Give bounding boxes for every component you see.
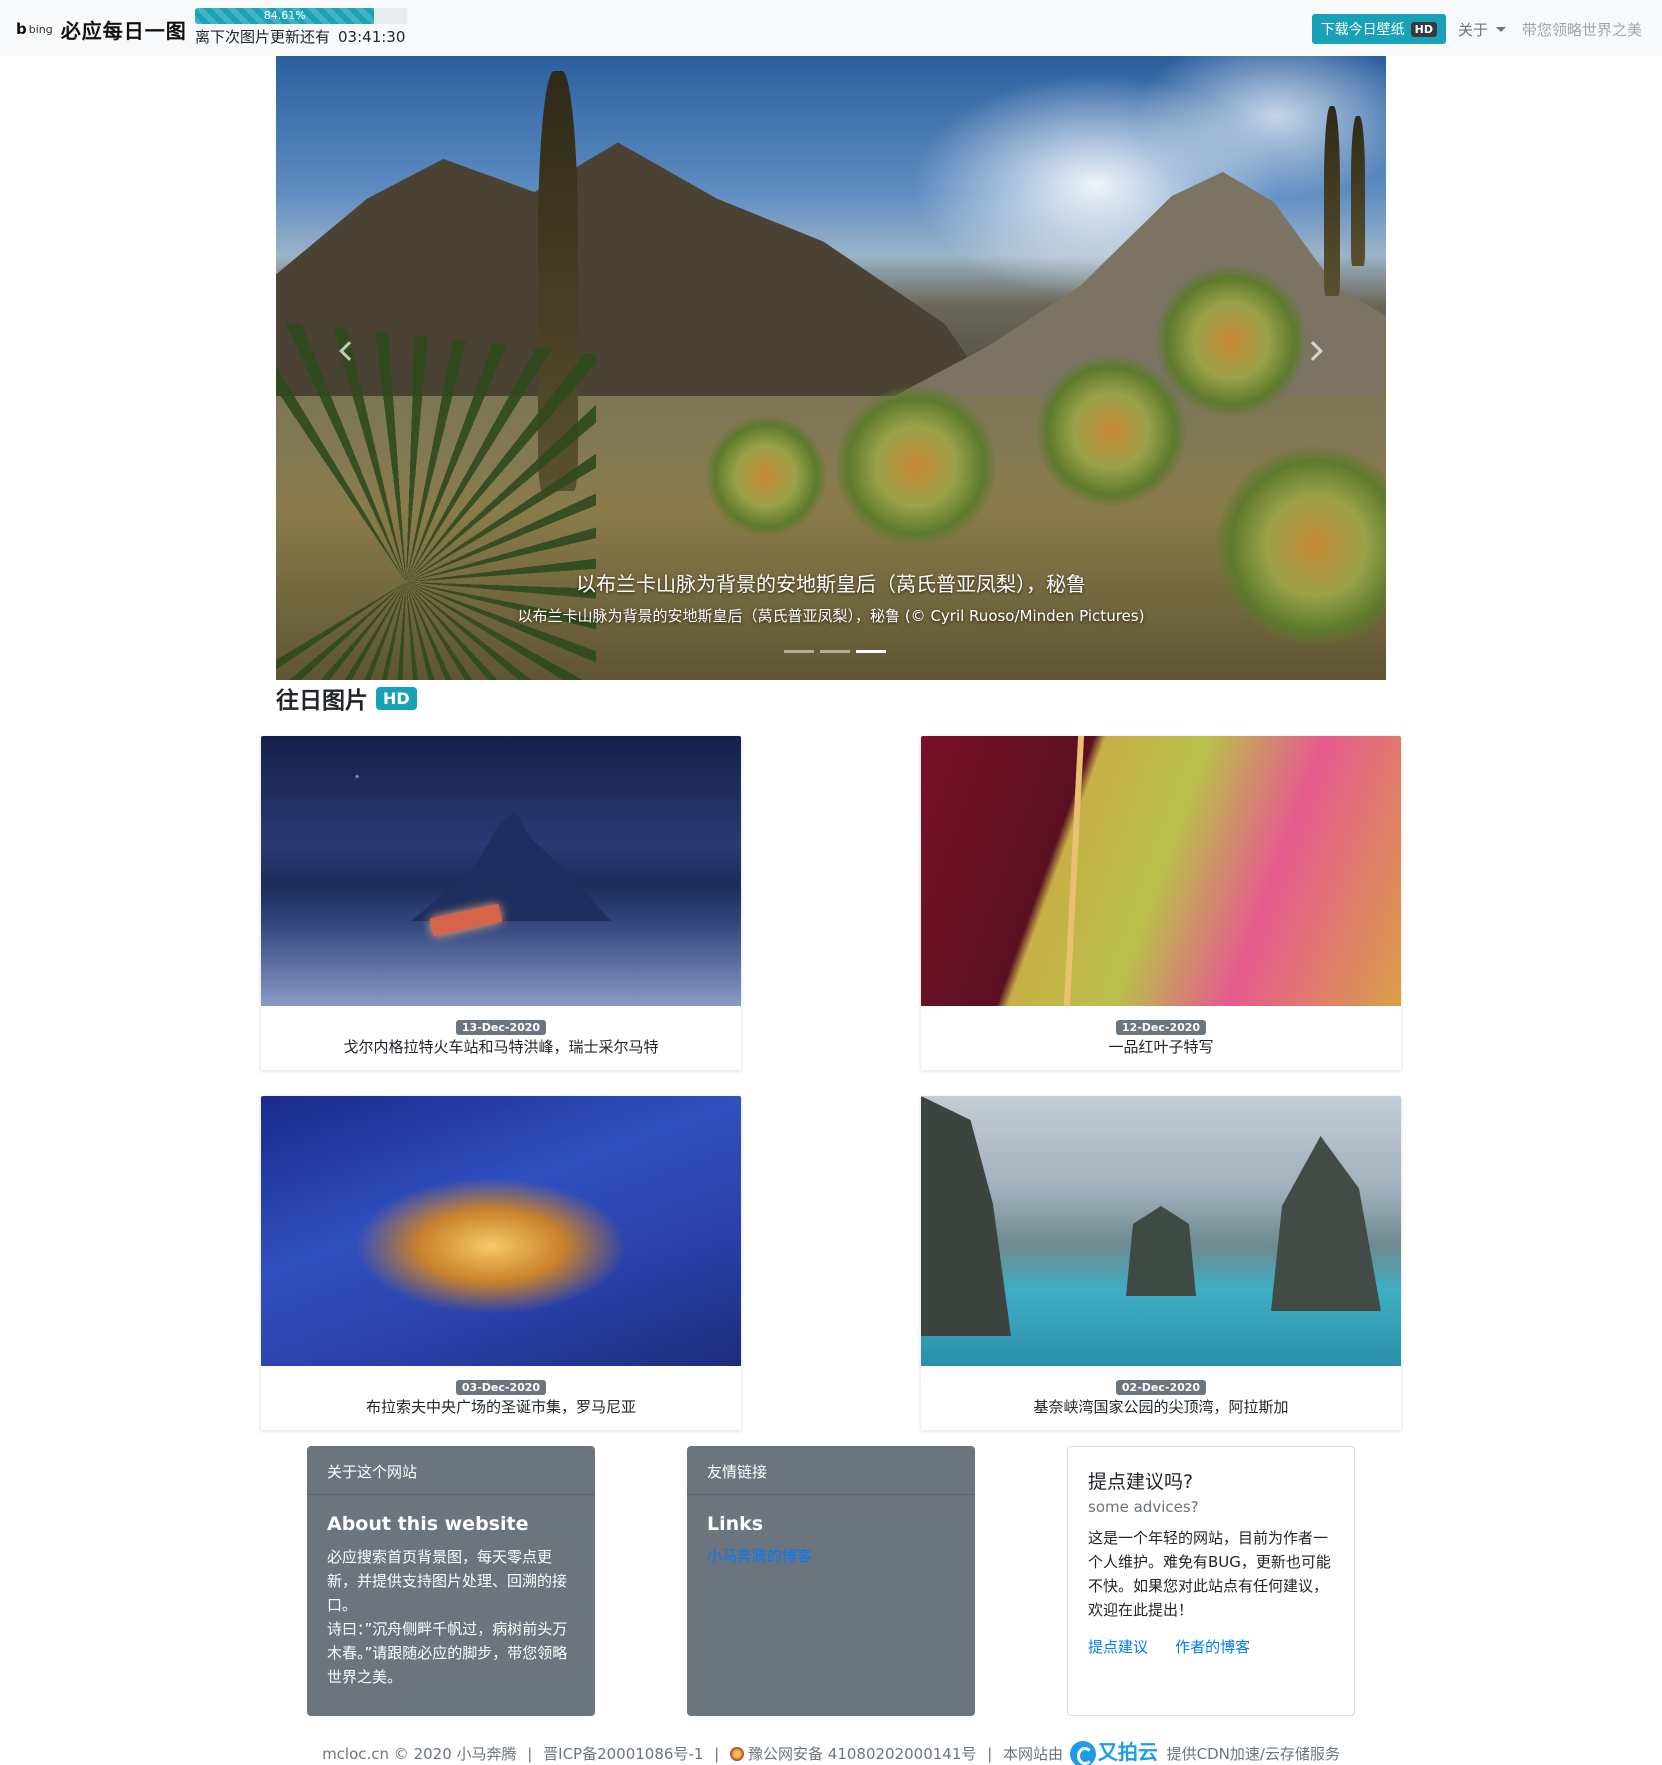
hero-caption: 以布兰卡山脉为背景的安地斯皇后（莴氏普亚凤梨），秘鲁 以布兰卡山脉为背景的安地斯… bbox=[276, 568, 1386, 626]
card-subtitle: some advices? bbox=[1088, 1498, 1199, 1516]
footer-bar: mcloc.cn © 2020 小马奔腾 | 晋ICP备20001086号-1 … bbox=[0, 1736, 1662, 1765]
thumbnail-leaf-vein bbox=[1063, 736, 1085, 1006]
advice-card: 提点建议吗? some advices? 这是一个年轻的网站，目前为作者一个人维… bbox=[1067, 1446, 1355, 1716]
hero-image-plant bbox=[1156, 266, 1306, 416]
hero-image-plant-spike bbox=[1324, 106, 1340, 296]
thumbnail-rock bbox=[1271, 1136, 1381, 1311]
countdown: 离下次图片更新还有 03:41:30 bbox=[195, 26, 407, 47]
past-pictures-heading: 往日图片 HD bbox=[276, 680, 417, 716]
countdown-label: 离下次图片更新还有 bbox=[195, 28, 331, 46]
hero-image-plant bbox=[706, 416, 826, 536]
picture-card[interactable]: 03-Dec-2020 布拉索夫中央广场的圣诞市集，罗马尼亚 bbox=[261, 1096, 741, 1430]
brand[interactable]: b bing 必应每日一图 bbox=[16, 16, 187, 43]
picture-title: 布拉索夫中央广场的圣诞市集，罗马尼亚 bbox=[365, 1398, 636, 1416]
nav-right: 下载今日壁纸 HD 关于 带您领略世界之美 bbox=[1311, 14, 1642, 44]
progress-bar: 84.61% bbox=[195, 8, 375, 24]
thumbnail-mountain bbox=[411, 811, 611, 921]
picture-title: 一品红叶子特写 bbox=[1108, 1038, 1214, 1056]
download-wallpaper-button[interactable]: 下载今日壁纸 HD bbox=[1311, 14, 1446, 44]
caret-down-icon bbox=[1495, 26, 1506, 32]
carousel-indicators bbox=[781, 650, 889, 653]
card-title: Links bbox=[707, 1513, 764, 1535]
about-site-card: 关于这个网站 About this website 必应搜索首页背景图，每天零点… bbox=[307, 1446, 595, 1716]
section-title: 往日图片 bbox=[276, 688, 368, 714]
about-dropdown[interactable]: 关于 bbox=[1458, 19, 1506, 40]
hero-subtitle: 以布兰卡山脉为背景的安地斯皇后（莴氏普亚凤梨），秘鲁 (© Cyril Ruos… bbox=[517, 607, 1145, 625]
hero-carousel[interactable]: 以布兰卡山脉为背景的安地斯皇后（莴氏普亚凤梨），秘鲁 以布兰卡山脉为背景的安地斯… bbox=[276, 56, 1386, 680]
picture-card[interactable]: 12-Dec-2020 一品红叶子特写 bbox=[921, 736, 1401, 1070]
upyun-brand-link[interactable]: 又拍云 bbox=[1098, 1740, 1158, 1764]
card-title: About this website bbox=[327, 1513, 529, 1535]
hero-title: 以布兰卡山脉为背景的安地斯皇后（莴氏普亚凤梨），秘鲁 bbox=[576, 572, 1086, 596]
links-card: 友情链接 Links 小马奔腾的博客 bbox=[687, 1446, 975, 1716]
picture-title: 戈尔内格拉特火车站和马特洪峰，瑞士采尔马特 bbox=[343, 1038, 659, 1056]
card-text: 诗曰：”沉舟侧畔千帆过，病树前头万木春。”请跟随必应的脚步，带您领略世界之美。 bbox=[327, 1620, 568, 1686]
hd-badge: HD bbox=[1410, 21, 1437, 37]
picture-title: 基奈峡湾国家公园的尖顶湾，阿拉斯加 bbox=[1033, 1398, 1289, 1416]
update-progress: 84.61% 离下次图片更新还有 03:41:30 bbox=[195, 8, 407, 47]
picture-thumbnail bbox=[921, 1096, 1401, 1366]
police-record-link[interactable]: 豫公网安备 41080202000141号 bbox=[748, 1745, 976, 1763]
separator: | bbox=[527, 1745, 533, 1763]
picture-thumbnail bbox=[261, 736, 741, 1006]
author-blog-link[interactable]: 作者的博客 bbox=[1175, 1638, 1250, 1656]
picture-date: 03-Dec-2020 bbox=[261, 1376, 741, 1395]
site-title: 必应每日一图 bbox=[60, 18, 187, 43]
card-text: 这是一个年轻的网站，目前为作者一个人维护。难免有BUG，更新也可能不快。如果您对… bbox=[1088, 1529, 1331, 1619]
carousel-indicator[interactable] bbox=[784, 650, 814, 653]
separator: | bbox=[714, 1745, 720, 1763]
card-body: Links 小马奔腾的博客 bbox=[687, 1495, 975, 1584]
card-text: 必应搜索首页背景图，每天零点更新，并提供支持图片处理、回溯的接口。 bbox=[327, 1548, 568, 1614]
hero-image-plant bbox=[836, 386, 996, 546]
hero-image-plant-spike bbox=[1351, 116, 1365, 266]
advice-link[interactable]: 提点建议 bbox=[1088, 1638, 1148, 1656]
about-label: 关于 bbox=[1457, 20, 1488, 39]
navbar: b bing 必应每日一图 84.61% 离下次图片更新还有 03:41:30 下载… bbox=[0, 0, 1662, 56]
upyun-logo-icon bbox=[1069, 1741, 1096, 1765]
progress-track: 84.61% bbox=[195, 8, 407, 24]
copyright: mcloc.cn © 2020 小马奔腾 bbox=[322, 1745, 517, 1763]
hd-badge: HD bbox=[376, 686, 417, 710]
thumbnail-rock bbox=[1126, 1206, 1196, 1296]
cdn-prefix: 本网站由 bbox=[1003, 1745, 1064, 1763]
carousel-indicator[interactable] bbox=[856, 650, 886, 653]
picture-date: 12-Dec-2020 bbox=[921, 1016, 1401, 1035]
thumbnail-rock bbox=[921, 1096, 1011, 1336]
separator: | bbox=[987, 1745, 993, 1763]
picture-card[interactable]: 02-Dec-2020 基奈峡湾国家公园的尖顶湾，阿拉斯加 bbox=[921, 1096, 1401, 1430]
card-links: 提点建议 作者的博客 bbox=[1088, 1636, 1334, 1657]
card-body: 提点建议吗? some advices? 这是一个年轻的网站，目前为作者一个人维… bbox=[1068, 1447, 1354, 1677]
friend-link[interactable]: 小马奔腾的博客 bbox=[707, 1547, 812, 1565]
picture-thumbnail bbox=[261, 1096, 741, 1366]
card-body: About this website 必应搜索首页背景图，每天零点更新，并提供支… bbox=[307, 1495, 595, 1707]
hero-image-plant bbox=[1036, 356, 1186, 506]
slogan-link[interactable]: 带您领略世界之美 bbox=[1522, 19, 1642, 40]
police-badge-icon bbox=[730, 1747, 745, 1761]
picture-thumbnail bbox=[921, 736, 1401, 1006]
cdn-suffix: 提供CDN加速/云存储服务 bbox=[1166, 1745, 1340, 1763]
bing-logo-icon: b bing bbox=[16, 20, 53, 38]
countdown-time: 03:41:30 bbox=[338, 28, 406, 46]
card-title: 提点建议吗? bbox=[1088, 1471, 1194, 1493]
picture-date: 13-Dec-2020 bbox=[261, 1016, 741, 1035]
card-header: 关于这个网站 bbox=[307, 1446, 595, 1495]
download-label: 下载今日壁纸 bbox=[1320, 22, 1405, 38]
card-header: 友情链接 bbox=[687, 1446, 975, 1495]
picture-date: 02-Dec-2020 bbox=[921, 1376, 1401, 1395]
carousel-indicator[interactable] bbox=[820, 650, 850, 653]
picture-card[interactable]: 13-Dec-2020 戈尔内格拉特火车站和马特洪峰，瑞士采尔马特 bbox=[261, 736, 741, 1070]
icp-link[interactable]: 晋ICP备20001086号-1 bbox=[543, 1745, 703, 1763]
